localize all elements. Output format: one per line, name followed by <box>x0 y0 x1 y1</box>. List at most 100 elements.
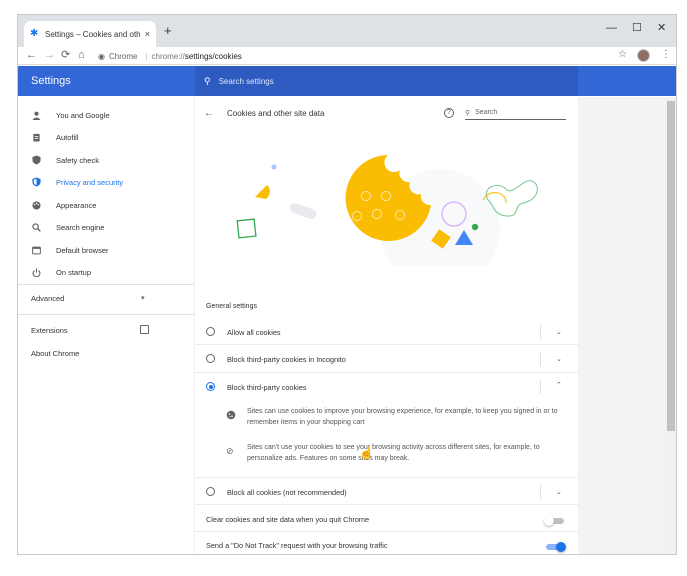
sidebar-item-on-startup[interactable]: On startup <box>31 265 91 279</box>
illustration-cookie <box>345 155 431 241</box>
browser-window: ✱ Settings – Cookies and other site × + … <box>17 14 677 555</box>
settings-gear-icon: ✱ <box>30 28 39 39</box>
clipboard-icon <box>31 132 41 142</box>
illustration-square <box>236 218 257 239</box>
sidebar-item-label: You and Google <box>56 110 110 120</box>
sidebar-item-label: Appearance <box>56 200 97 210</box>
detail-blocked-text: Sites can't use your cookies to see your… <box>247 444 540 462</box>
chevron-up-icon[interactable]: ⌃ <box>556 381 562 389</box>
section-general-settings: General settings <box>206 303 257 310</box>
sidebar-item-you-and-google[interactable]: You and Google <box>31 108 110 122</box>
row-separator <box>540 485 541 499</box>
option-label: Block all cookies (not recommended) <box>227 488 347 497</box>
cookie-icon <box>226 410 236 422</box>
chevron-down-icon[interactable]: ⌄ <box>556 355 562 363</box>
hand-cursor-icon: ☝ <box>359 446 374 460</box>
sidebar-divider <box>18 314 194 315</box>
search-icon: ⚲ <box>204 75 211 86</box>
maximize-button[interactable]: ☐ <box>632 22 642 34</box>
block-icon: ⊘ <box>226 446 234 456</box>
option-block-third-party-cookies[interactable]: Block third-party cookies ⌃ Sites can us… <box>195 373 578 478</box>
scrollbar-thumb[interactable] <box>667 101 675 431</box>
url-path: settings/cookies <box>184 51 242 61</box>
cookie-search-input[interactable]: ⚲ Search <box>465 106 566 120</box>
row-separator <box>540 380 541 394</box>
chevron-down-icon[interactable]: ⌄ <box>556 488 562 496</box>
search-icon: ⚲ <box>465 109 471 117</box>
sidebar-item-label: Safety check <box>56 155 99 165</box>
shield-check-icon <box>31 155 41 165</box>
address-bar[interactable]: ◉ Chrome | chrome:// settings/cookies <box>98 48 618 64</box>
toggle-knob <box>556 541 566 552</box>
forward-button[interactable]: → <box>44 49 55 62</box>
option-block-third-party-incognito[interactable]: Block third-party cookies in Incognito ⌄ <box>195 345 578 373</box>
sidebar-about-chrome[interactable]: About Chrome <box>31 349 79 358</box>
chrome-icon: ◉ <box>98 51 105 61</box>
radio-button-selected[interactable] <box>206 382 215 391</box>
browser-toolbar: ← → ⟳ ⌂ ◉ Chrome | chrome:// settings/co… <box>18 47 676 65</box>
minimize-button[interactable]: — <box>606 22 617 34</box>
illustration-green-dot <box>471 223 479 231</box>
browser-icon <box>31 245 41 255</box>
do-not-track-toggle[interactable] <box>546 541 566 552</box>
person-icon <box>31 110 41 120</box>
tab-title: Settings – Cookies and other site <box>45 29 141 39</box>
site-chip: Chrome <box>108 51 138 61</box>
sidebar-advanced[interactable]: Advanced <box>31 294 64 303</box>
tab-close-icon[interactable]: × <box>145 29 150 39</box>
sidebar-item-privacy-and-security[interactable]: Privacy and security <box>31 175 123 189</box>
clear-on-quit-toggle[interactable] <box>544 515 564 526</box>
help-icon[interactable]: ? <box>444 108 454 118</box>
sidebar-divider <box>18 284 194 285</box>
tab-settings[interactable]: ✱ Settings – Cookies and other site × <box>24 21 156 47</box>
sidebar-item-safety-check[interactable]: Safety check <box>31 153 99 167</box>
illustration-dot <box>271 164 277 170</box>
palette-icon <box>31 200 41 210</box>
row-separator <box>540 352 541 366</box>
new-tab-button[interactable]: + <box>164 24 172 37</box>
sidebar-item-label: Autofill <box>56 132 79 142</box>
cookie-search-placeholder: Search <box>475 109 498 116</box>
search-icon <box>31 222 41 232</box>
close-window-button[interactable]: ✕ <box>657 22 666 34</box>
detail-allowed-text: Sites can use cookies to improve your br… <box>247 408 558 426</box>
settings-header: Settings ⚲ Search settings <box>18 66 676 96</box>
sidebar-item-label: Default browser <box>56 245 109 255</box>
menu-icon[interactable]: ⋮ <box>661 49 671 61</box>
sidebar-item-autofill[interactable]: Autofill <box>31 130 79 144</box>
option-allow-all-cookies[interactable]: Allow all cookies ⌄ <box>195 318 578 345</box>
home-button[interactable]: ⌂ <box>78 49 85 62</box>
option-label: Block third-party cookies in Incognito <box>227 355 346 364</box>
setting-clear-on-quit[interactable]: Clear cookies and site data when you qui… <box>195 505 578 532</box>
reload-button[interactable]: ⟳ <box>61 49 70 62</box>
back-arrow-icon[interactable]: ← <box>204 108 214 119</box>
radio-button[interactable] <box>206 487 215 496</box>
external-link-icon[interactable] <box>140 325 149 334</box>
sidebar: You and Google Autofill Safety check Pri… <box>18 97 195 554</box>
chevron-down-icon[interactable]: ⌄ <box>556 328 562 336</box>
radio-button[interactable] <box>206 354 215 363</box>
sidebar-item-label: On startup <box>56 267 92 277</box>
omnibox-separator: | <box>145 51 148 61</box>
back-button[interactable]: ← <box>26 49 37 62</box>
shield-icon <box>31 177 41 187</box>
url-scheme: chrome:// <box>151 51 185 61</box>
chevron-down-icon[interactable]: ▾ <box>141 294 145 302</box>
setting-label: Send a "Do Not Track" request with your … <box>206 541 388 550</box>
sidebar-item-search-engine[interactable]: Search engine <box>31 220 104 234</box>
bookmark-star-icon[interactable]: ☆ <box>618 49 627 61</box>
sidebar-extensions[interactable]: Extensions <box>31 326 68 335</box>
page-title: Cookies and other site data <box>227 109 325 118</box>
sidebar-item-appearance[interactable]: Appearance <box>31 198 96 212</box>
radio-button[interactable] <box>206 327 215 336</box>
settings-search-placeholder: Search settings <box>218 76 274 86</box>
settings-search[interactable]: ⚲ Search settings <box>195 66 578 96</box>
sidebar-item-default-browser[interactable]: Default browser <box>31 243 109 257</box>
avatar[interactable] <box>637 49 650 62</box>
option-block-all-cookies[interactable]: Block all cookies (not recommended) ⌄ <box>195 478 578 505</box>
sidebar-item-label: Privacy and security <box>56 177 124 187</box>
sidebar-item-label: Search engine <box>56 222 105 232</box>
setting-do-not-track[interactable]: Send a "Do Not Track" request with your … <box>195 532 578 554</box>
illustration-cookie-crumb <box>255 185 270 199</box>
cookies-illustration <box>195 137 578 265</box>
